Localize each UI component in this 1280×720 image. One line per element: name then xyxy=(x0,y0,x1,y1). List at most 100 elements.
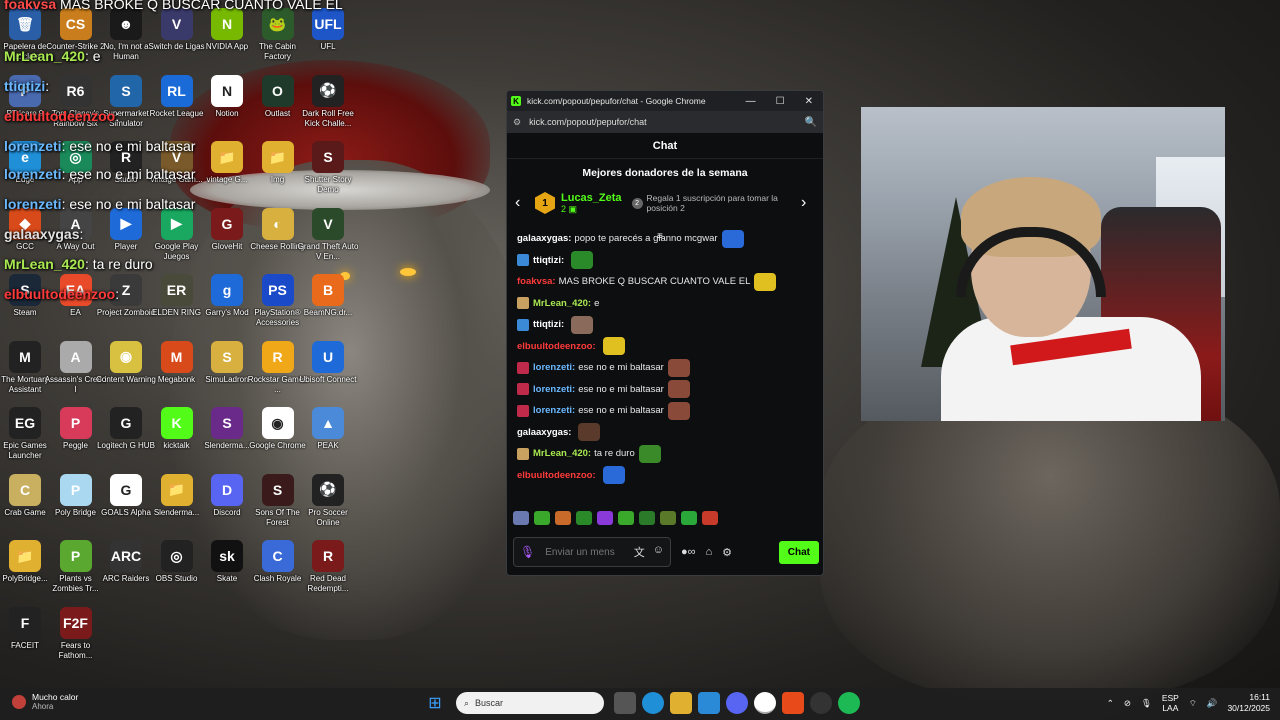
url-text[interactable]: kick.com/popout/pepufor/chat xyxy=(529,117,647,127)
chat-message[interactable]: elbuultodeenzoo: xyxy=(517,336,815,358)
taskbar-search[interactable]: ⌕ Buscar xyxy=(456,692,604,714)
chevron-right-icon[interactable]: › xyxy=(801,194,815,212)
desktop-icon[interactable]: ⚽ Dark Roll Free Kick Challe... xyxy=(297,74,359,129)
chat-message[interactable]: ttiqtizi: xyxy=(517,250,815,272)
minimize-button[interactable]: — xyxy=(746,96,756,107)
desktop-icon[interactable]: ▲ PEAK xyxy=(297,407,359,461)
window-titlebar[interactable]: K kick.com/popout/pepufor/chat - Google … xyxy=(507,91,823,111)
chat-username[interactable]: ttiqtizi: xyxy=(533,255,564,266)
discord-icon[interactable] xyxy=(726,692,748,714)
app-icon: U xyxy=(312,340,344,373)
chat-message[interactable]: MrLean_420: ta re duro xyxy=(517,443,815,465)
chat-username[interactable]: foakvsa: xyxy=(517,276,556,287)
send-chat-button[interactable]: Chat xyxy=(778,540,819,564)
chat-message-list[interactable]: galaaxygas: popo te parecés a gianno mcgw… xyxy=(507,228,823,496)
store-icon[interactable]: ⌂ xyxy=(706,546,713,558)
app-icon: ⚽ xyxy=(312,74,344,107)
app-icon: C xyxy=(9,473,41,506)
chevron-up-icon[interactable]: ⌃ xyxy=(1107,698,1114,709)
chat-message[interactable]: galaaxygas: popo te parecés a gianno mcgw… xyxy=(517,228,815,250)
chevron-left-icon[interactable]: ‹ xyxy=(515,194,529,212)
network-icon[interactable]: ⊘ xyxy=(1124,698,1131,709)
file-explorer-icon[interactable] xyxy=(670,692,692,714)
gift-prompt[interactable]: Regala 1 suscripción para tomar la posic… xyxy=(647,193,797,213)
desktop-icon[interactable]: S Shutter Story Demo xyxy=(297,141,359,195)
weather-widget[interactable]: Mucho calor Ahora xyxy=(12,692,78,711)
emote-icon[interactable] xyxy=(660,511,676,525)
emote-icon[interactable] xyxy=(702,511,718,525)
emote-icon[interactable] xyxy=(513,511,529,525)
emote-image xyxy=(754,272,777,291)
chat-message-text: ta re duro xyxy=(594,448,635,460)
chat-username[interactable]: lorenzeti: xyxy=(533,405,575,416)
desktop-icon-label: Dark Roll Free Kick Challe... xyxy=(302,108,354,128)
chat-username[interactable]: MrLean_420: xyxy=(533,448,591,459)
emote-icon[interactable] xyxy=(681,511,697,525)
top-donor-name[interactable]: Lucas_Zeta xyxy=(561,192,622,204)
emote-icon[interactable] xyxy=(618,511,634,525)
microphone-icon[interactable]: 🎙 xyxy=(1141,698,1152,709)
donors-carousel: ‹ 1 Lucas_Zeta 2 ▣ 2 Regala 1 suscripció… xyxy=(507,185,823,221)
desktop-icon[interactable]: ⚽ Pro Soccer Online xyxy=(297,473,359,528)
faceit-icon[interactable] xyxy=(782,692,804,714)
chat-message[interactable]: galaaxygas: xyxy=(517,422,815,444)
chat-username[interactable]: elbuultodeenzoo: xyxy=(517,341,596,352)
chat-username[interactable]: elbuultodeenzoo: xyxy=(517,470,596,481)
translate-icon[interactable]: 文 xyxy=(634,544,645,560)
overlay-chat-line: lorenzeti: ese no e mi baltasar xyxy=(4,138,195,154)
desktop-icon-label: PEAK xyxy=(317,441,339,450)
chat-message[interactable]: lorenzeti: ese no e mi baltasar xyxy=(517,400,815,422)
chat-message-text: popo te parecés a gianno mcgwar xyxy=(574,233,718,245)
gear-icon[interactable]: ⚙ xyxy=(722,546,732,559)
chat-message[interactable]: lorenzeti: ese no e mi baltasar xyxy=(517,357,815,379)
emote-icon[interactable] xyxy=(597,511,613,525)
weather-title: Mucho calor xyxy=(32,692,79,702)
app-icon: ◉ xyxy=(261,407,294,439)
site-info-icon[interactable]: ⚙ xyxy=(513,117,521,128)
chat-message[interactable]: lorenzeti: ese no e mi baltasar xyxy=(517,379,815,401)
wifi-icon[interactable]: ⌔ xyxy=(1189,698,1197,709)
emoji-icon[interactable]: ☺ xyxy=(653,544,664,560)
chat-message[interactable]: MrLean_420: e xyxy=(517,293,815,315)
maximize-button[interactable]: ☐ xyxy=(776,96,785,107)
emote-icon[interactable] xyxy=(555,511,571,525)
desktop-icon[interactable]: B BeamNG.dr... xyxy=(297,274,359,328)
windows-start-icon[interactable]: ⊞ xyxy=(424,692,446,714)
chat-username[interactable]: lorenzeti: xyxy=(533,384,575,395)
chat-message[interactable]: foakvsa: MAS BROKE Q BUSCAR CUANTO VALE E… xyxy=(517,271,815,293)
chrome-window[interactable]: K kick.com/popout/pepufor/chat - Google … xyxy=(506,90,824,576)
chrome-icon[interactable] xyxy=(754,692,776,714)
language-indicator[interactable]: ESP LAA xyxy=(1162,693,1179,713)
task-view-icon[interactable] xyxy=(614,692,636,714)
points-icon[interactable]: ●∞ xyxy=(681,546,696,558)
store-icon[interactable] xyxy=(698,692,720,714)
chat-username[interactable]: MrLean_420: xyxy=(533,298,591,309)
chat-message[interactable]: elbuultodeenzoo: xyxy=(517,465,815,487)
desktop-icon[interactable]: U Ubisoft Connect xyxy=(297,340,359,395)
chat-input[interactable] xyxy=(545,546,616,558)
chat-username[interactable]: lorenzeti: xyxy=(533,362,575,373)
emote-icon[interactable] xyxy=(534,511,550,525)
clock[interactable]: 16:11 30/12/2025 xyxy=(1227,692,1270,714)
webcam-feed xyxy=(861,107,1225,421)
volume-icon[interactable]: 🔊 xyxy=(1207,698,1218,709)
address-bar[interactable]: ⚙ kick.com/popout/pepufor/chat 🔍 xyxy=(507,111,823,133)
chat-input-box[interactable]: 🎙 文 ☺ xyxy=(513,537,671,567)
desktop-icon[interactable]: F2F Fears to Fathom... xyxy=(45,606,107,661)
close-button[interactable]: ✕ xyxy=(805,96,813,107)
app-icon: ▶ xyxy=(110,207,142,240)
desktop-icon[interactable]: UFL UFL xyxy=(297,8,359,62)
desktop-icon[interactable]: V Grand Theft Auto V En... xyxy=(297,207,359,262)
emote-icon[interactable] xyxy=(639,511,655,525)
chat-username[interactable]: galaaxygas: xyxy=(517,427,571,438)
zoom-icon[interactable]: 🔍 xyxy=(805,117,817,128)
microphone-icon[interactable]: 🎙 xyxy=(520,545,535,559)
chat-message[interactable]: ttiqtizi: xyxy=(517,314,815,336)
edge-icon[interactable] xyxy=(642,692,664,714)
spotify-icon[interactable] xyxy=(838,692,860,714)
chat-username[interactable]: ttiqtizi: xyxy=(533,319,564,330)
desktop-icon[interactable]: R Red Dead Redempti... xyxy=(297,540,359,594)
emote-icon[interactable] xyxy=(576,511,592,525)
chat-username[interactable]: galaaxygas: xyxy=(517,233,571,244)
obs-icon[interactable] xyxy=(810,692,832,714)
